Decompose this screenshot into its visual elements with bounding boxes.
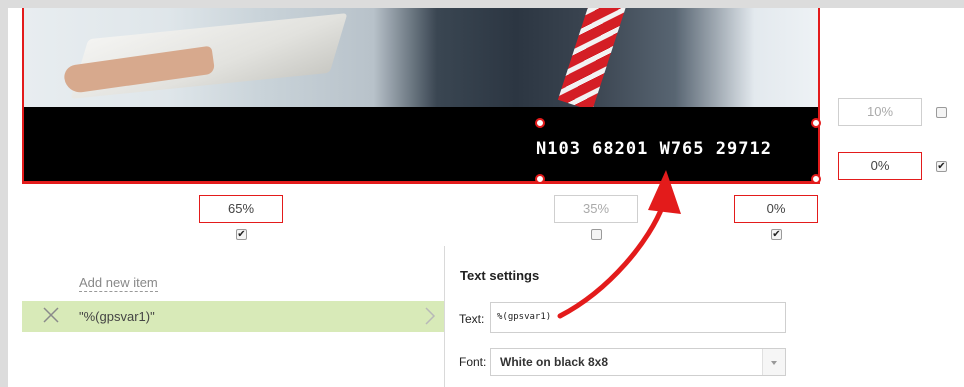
top-margin-input[interactable]: 10% [838,98,922,126]
video-preview[interactable]: N103 68201 W765 29712 [22,8,820,184]
width-checkbox[interactable] [591,229,602,240]
window-frame-top [0,0,964,8]
chevron-right-icon[interactable] [424,306,436,326]
overlay-text: N103 68201 W765 29712 [536,139,772,159]
list-item-label: "%(gpsvar1)" [79,309,155,324]
resize-handle-bottom-left[interactable] [535,174,545,184]
text-input[interactable]: %(gpsvar1) [490,302,786,333]
resize-handle-top-left[interactable] [535,118,545,128]
text-settings-title: Text settings [460,268,540,283]
width-input[interactable]: 35% [554,195,638,223]
preview-tie-image [557,8,627,111]
dropdown-arrow-icon [771,361,777,365]
add-new-item-link[interactable]: Add new item [79,275,158,292]
resize-handle-bottom-right[interactable] [811,174,821,184]
window-frame-left [0,0,8,387]
font-select-value: White on black 8x8 [500,355,609,369]
close-icon[interactable] [42,306,60,324]
font-select[interactable]: White on black 8x8 [490,348,786,376]
dropdown-button[interactable] [762,349,785,375]
right-margin-input[interactable]: 0% [734,195,818,223]
left-margin-input[interactable]: 65% [199,195,283,223]
font-field-label: Font: [459,355,487,369]
right-margin-checkbox[interactable]: ✔ [771,229,782,240]
text-field-label: Text: [459,312,485,326]
resize-handle-top-right[interactable] [811,118,821,128]
left-margin-checkbox[interactable]: ✔ [236,229,247,240]
top-margin-checkbox[interactable] [936,107,947,118]
panel-divider [444,246,445,387]
bottom-margin-checkbox[interactable]: ✔ [936,161,947,172]
preview-photo [24,8,818,111]
bottom-margin-input[interactable]: 0% [838,152,922,180]
